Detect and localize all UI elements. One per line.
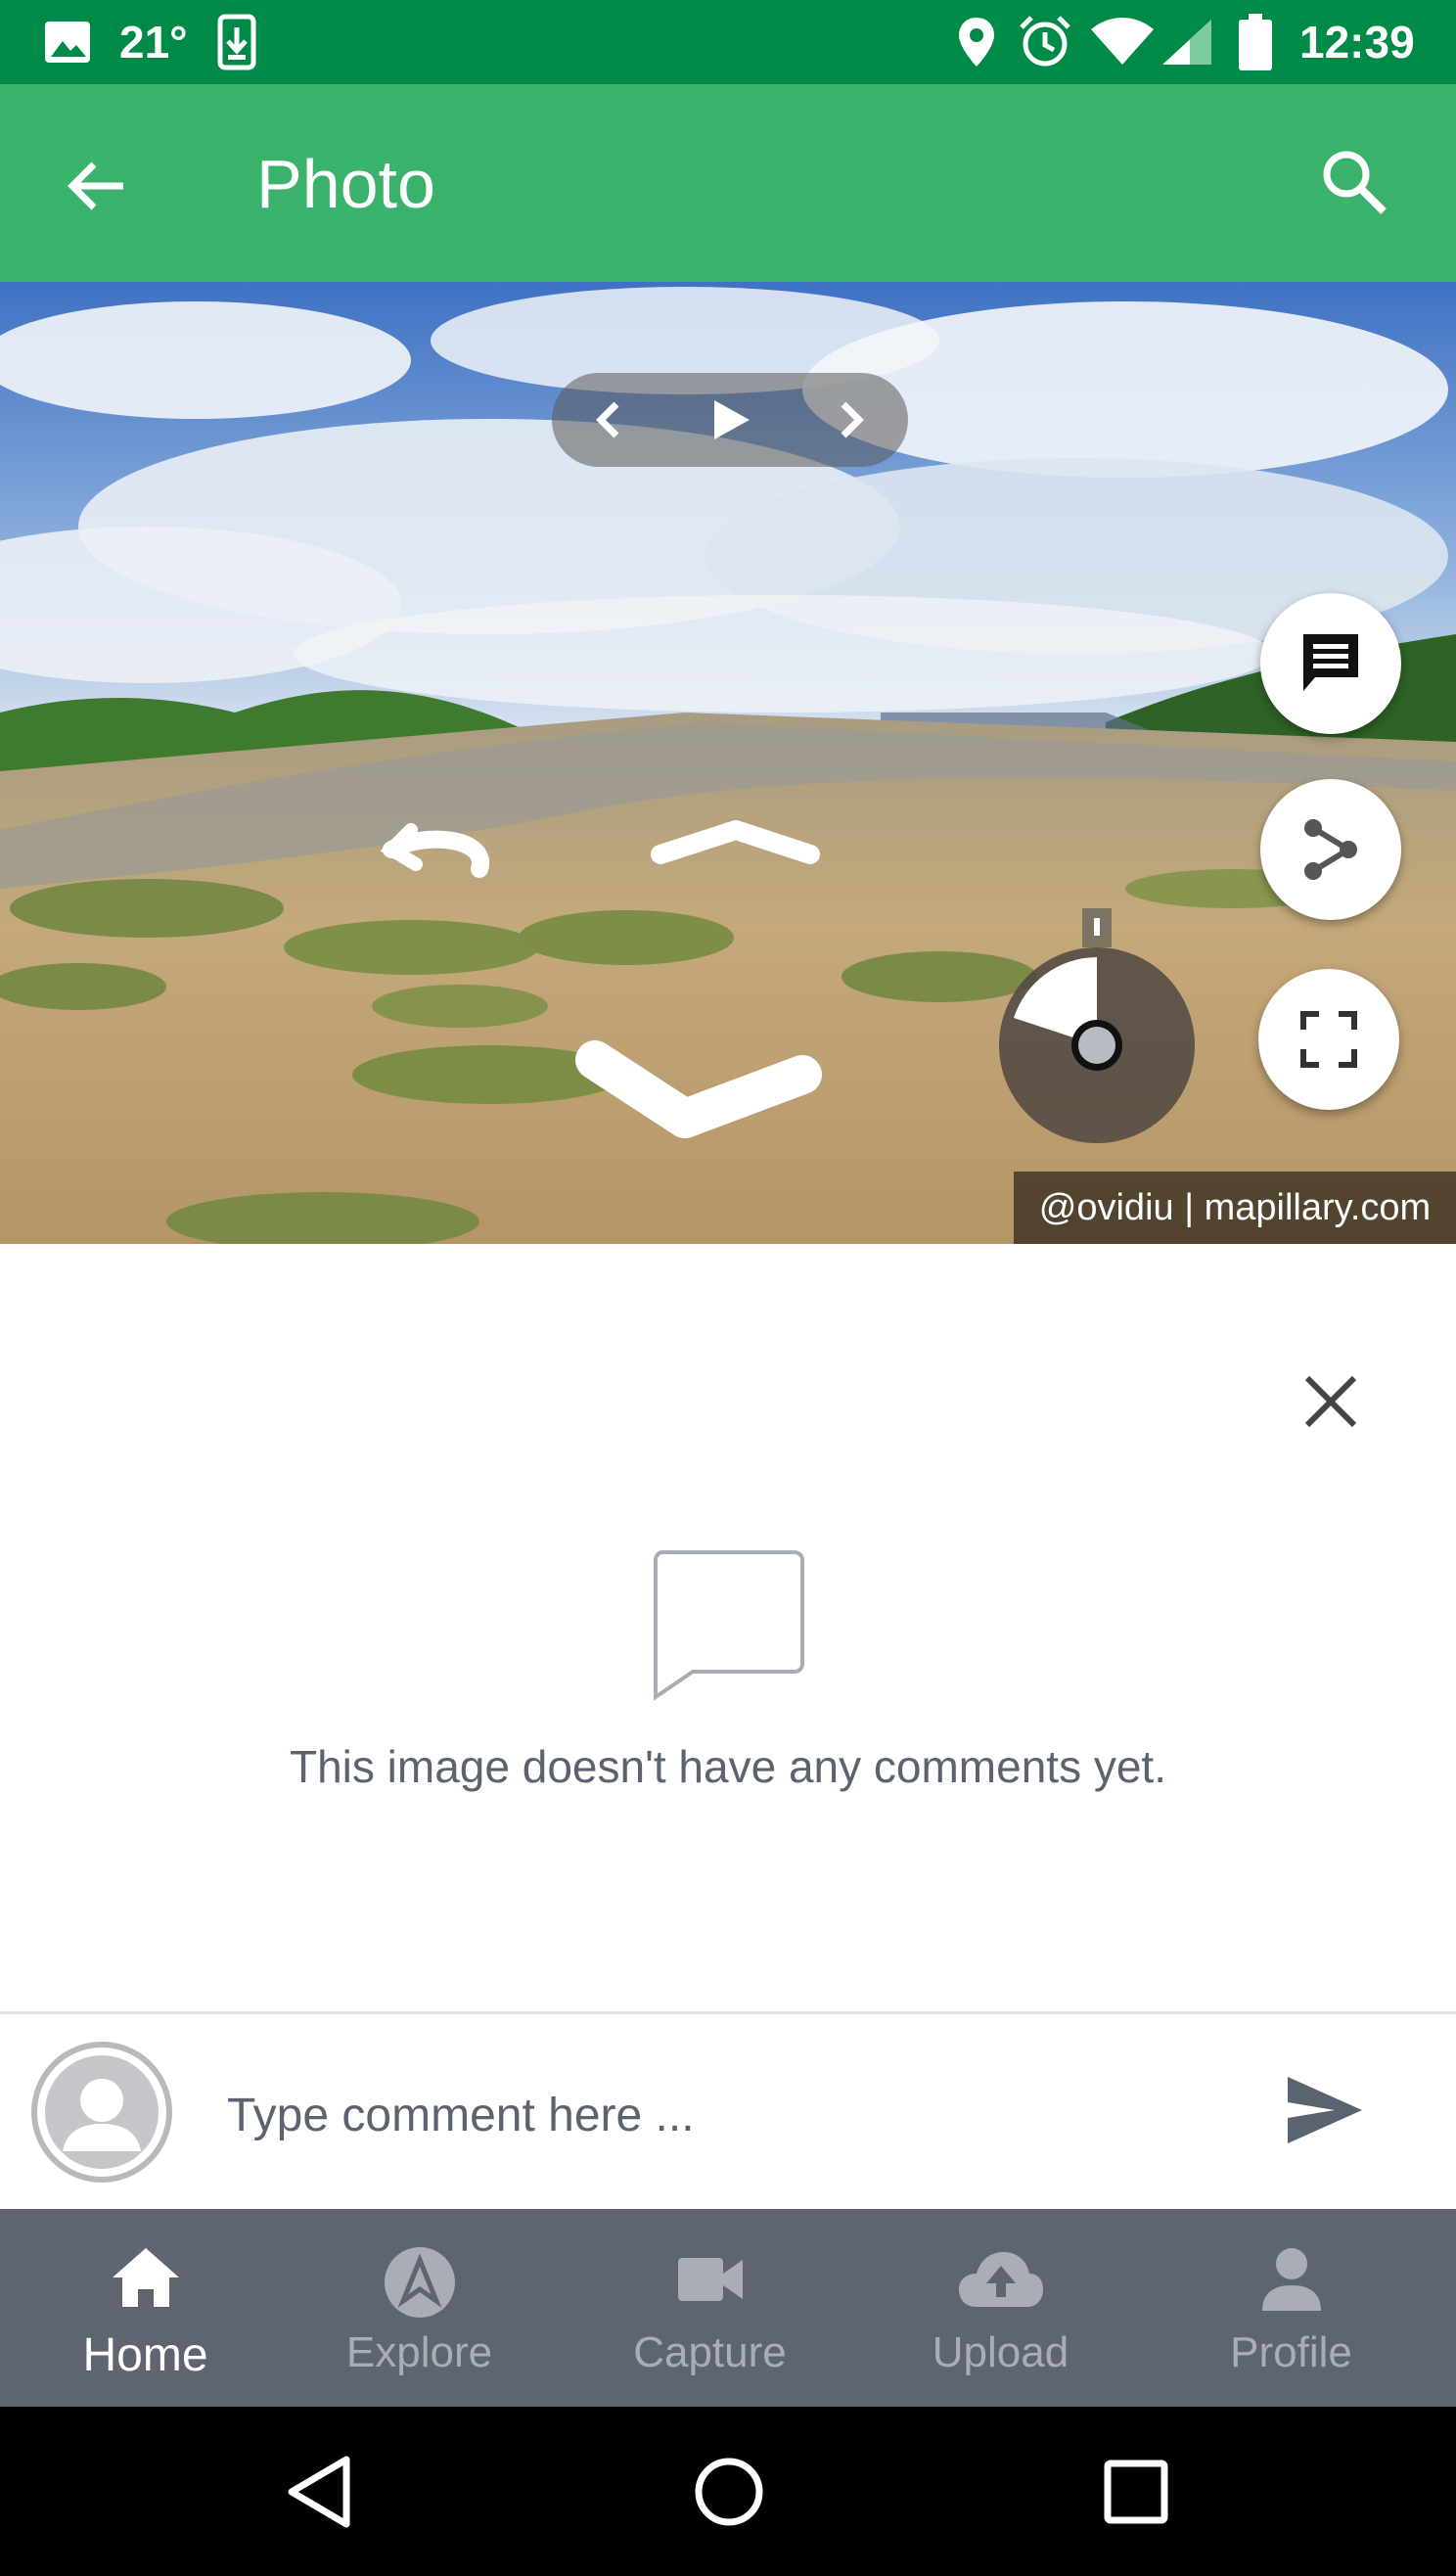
search-icon[interactable]: [1315, 143, 1393, 221]
download-icon: [217, 14, 256, 70]
arrow-back-icon[interactable]: [59, 147, 137, 225]
fullscreen-icon: [1300, 1011, 1357, 1068]
prev-icon[interactable]: [587, 396, 634, 443]
nav-item-upload[interactable]: Upload: [855, 2209, 1146, 2407]
app-bar: Photo: [0, 84, 1456, 282]
nav-label-profile: Profile: [1230, 2328, 1352, 2376]
comments-button[interactable]: [1260, 593, 1401, 734]
status-bar: 21° 12:39: [0, 0, 1456, 84]
photo-viewer[interactable]: @ovidiu | mapillary.com: [0, 282, 1456, 1244]
cloud-upload-icon: [958, 2252, 1043, 2307]
play-icon[interactable]: [705, 394, 755, 445]
system-recents-icon[interactable]: [1102, 2458, 1170, 2526]
nav-label-home: Home: [82, 2329, 208, 2381]
home-icon: [112, 2248, 179, 2307]
clock-text: 12:39: [1299, 17, 1415, 68]
playback-controls: [552, 373, 908, 467]
location-icon: [959, 18, 994, 67]
share-icon: [1304, 819, 1357, 880]
battery-icon: [1239, 14, 1272, 70]
image-icon: [45, 22, 90, 63]
temperature-text: 21°: [119, 17, 188, 68]
system-navigation-bar: [0, 2407, 1456, 2576]
nav-item-profile[interactable]: Profile: [1146, 2209, 1436, 2407]
nav-item-home[interactable]: Home: [0, 2209, 291, 2407]
fullscreen-button[interactable]: [1258, 969, 1399, 1110]
compass-icon: [384, 2247, 455, 2318]
alarm-icon: [1020, 16, 1070, 67]
share-button[interactable]: [1260, 779, 1401, 920]
nav-item-capture[interactable]: Capture: [565, 2209, 855, 2407]
nav-label-upload: Upload: [932, 2328, 1069, 2376]
video-camera-icon: [677, 2258, 743, 2301]
bearing-compass[interactable]: [996, 908, 1198, 1143]
next-icon[interactable]: [826, 396, 873, 443]
nav-label-explore: Explore: [345, 2328, 493, 2376]
attribution-text[interactable]: @ovidiu | mapillary.com: [1014, 1172, 1456, 1244]
close-icon[interactable]: [1299, 1370, 1362, 1433]
system-home-icon[interactable]: [693, 2456, 765, 2528]
speech-bubble-icon: [654, 1550, 804, 1701]
nav-item-explore[interactable]: Explore: [274, 2209, 565, 2407]
person-icon: [1261, 2248, 1321, 2311]
bottom-navigation: Home Explore Capture Upload Profile: [0, 2209, 1456, 2407]
page-title: Photo: [256, 146, 435, 222]
avatar: [31, 2042, 172, 2183]
system-back-icon[interactable]: [286, 2456, 354, 2528]
comment-input[interactable]: [225, 2075, 1227, 2155]
signal-icon: [1162, 20, 1211, 65]
empty-comments-message: This image doesn't have any comments yet…: [290, 1741, 1166, 1792]
comment-icon: [1303, 634, 1358, 691]
divider: [0, 2011, 1456, 2014]
wifi-icon: [1091, 18, 1154, 65]
nav-label-capture: Capture: [633, 2328, 787, 2376]
send-icon[interactable]: [1284, 2073, 1366, 2147]
